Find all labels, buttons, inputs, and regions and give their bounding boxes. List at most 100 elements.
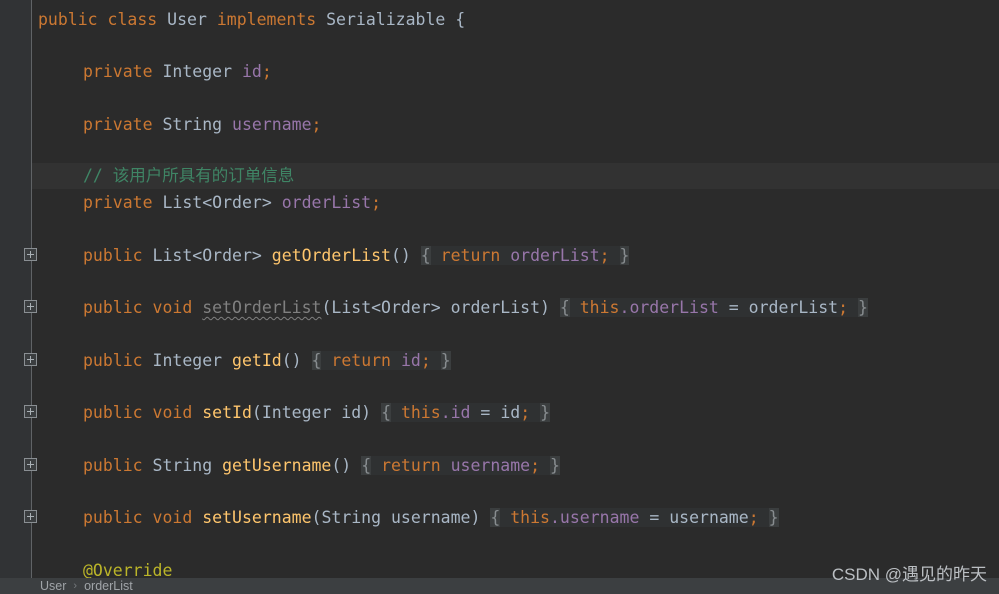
token-keyword: public — [83, 403, 143, 422]
token-semicolon: ; — [311, 115, 322, 134]
token-keyword-this: this — [579, 298, 620, 317]
token-type: Integer — [152, 351, 223, 370]
token-param: orderList — [748, 298, 839, 317]
token-keyword: public — [83, 351, 143, 370]
token-method: getOrderList — [271, 246, 391, 265]
token-field: id — [450, 403, 471, 422]
ide-editor-window: public class User implements Serializabl… — [0, 0, 999, 594]
code-editor-area[interactable]: public class User implements Serializabl… — [0, 0, 999, 580]
token-type: Serializable — [326, 10, 446, 29]
token-open-brace: { — [420, 246, 431, 265]
breadcrumb: User › orderList — [40, 579, 133, 593]
token-open-brace: { — [381, 403, 391, 422]
token-semicolon: ; — [748, 508, 759, 527]
breadcrumb-class[interactable]: User — [40, 579, 66, 593]
token-type: String — [162, 115, 223, 134]
token-close-brace: } — [857, 298, 868, 317]
token-keyword: void — [152, 298, 193, 317]
token-type: List<Order> — [162, 193, 272, 212]
token-parens: () — [390, 246, 411, 265]
token-field: orderList — [510, 246, 600, 265]
token-semicolon: ; — [838, 298, 848, 317]
token-close-brace: } — [549, 456, 560, 475]
code-line[interactable]: public String getUsername() { return use… — [0, 453, 999, 479]
token-signature: (List<Order> orderList) — [321, 298, 550, 317]
breadcrumb-member[interactable]: orderList — [84, 579, 133, 593]
token-keyword: void — [152, 508, 193, 527]
token-param: username — [669, 508, 749, 527]
token-field: username — [232, 115, 312, 134]
token-type: User — [167, 10, 207, 29]
token-close-brace: } — [768, 508, 779, 527]
token-keyword-this: this — [400, 403, 441, 422]
token-semicolon: ; — [371, 193, 382, 212]
code-line[interactable]: private Integer id; — [0, 59, 999, 85]
token-keyword: void — [152, 403, 193, 422]
token-signature: (Integer id) — [251, 403, 372, 422]
code-line[interactable]: public Integer getId() { return id; } — [0, 348, 999, 374]
token-keyword: class — [107, 10, 158, 29]
code-line[interactable]: public void setId(Integer id) { this.id … — [0, 400, 999, 426]
token-dot: . — [549, 508, 560, 527]
editor-gutter — [0, 0, 31, 578]
token-close-brace: } — [540, 403, 550, 422]
token-keyword: public — [38, 10, 98, 29]
token-field: id — [241, 62, 262, 81]
token-keyword: return — [331, 351, 391, 370]
token-close-brace: } — [440, 351, 451, 370]
fold-marker-get-username[interactable] — [24, 458, 37, 471]
token-open-brace: { — [559, 298, 570, 317]
fold-marker-get-id[interactable] — [24, 353, 37, 366]
fold-marker-get-order-list[interactable] — [24, 248, 37, 261]
token-type: List<Order> — [152, 246, 262, 265]
token-semicolon: ; — [420, 351, 431, 370]
token-type: Integer — [162, 62, 233, 81]
token-field: username — [450, 456, 531, 475]
token-assign: = — [639, 508, 670, 527]
code-line[interactable]: private String username; — [0, 112, 999, 138]
token-dot: . — [440, 403, 451, 422]
token-field: orderList — [281, 193, 372, 212]
code-line[interactable]: private List<Order> orderList; — [0, 190, 999, 216]
token-keyword: public — [83, 246, 143, 265]
fold-marker-set-id[interactable] — [24, 405, 37, 418]
token-keyword: public — [83, 508, 143, 527]
code-line[interactable]: public List<Order> getOrderList() { retu… — [0, 243, 999, 269]
fold-marker-set-order-list[interactable] — [24, 300, 37, 313]
code-line[interactable]: public void setUsername(String username)… — [0, 505, 999, 531]
token-type: String — [152, 456, 213, 475]
code-line[interactable]: public void setOrderList(List<Order> ord… — [0, 295, 999, 321]
token-signature: (String username) — [311, 508, 481, 527]
token-keyword: return — [440, 246, 501, 265]
token-keyword: implements — [216, 10, 317, 29]
token-field: orderList — [629, 298, 719, 317]
fold-rail — [31, 0, 32, 578]
token-keyword: return — [381, 456, 441, 475]
token-comment: // 该用户所具有的订单信息 — [83, 166, 295, 185]
token-open-brace: { — [490, 508, 501, 527]
code-line[interactable]: public class User implements Serializabl… — [0, 7, 999, 33]
csdn-watermark: CSDN @遇见的昨天 — [831, 565, 987, 584]
token-keyword: public — [83, 456, 143, 475]
token-keyword-this: this — [510, 508, 550, 527]
token-field: username — [559, 508, 640, 527]
token-dot: . — [619, 298, 630, 317]
token-assign: = — [470, 403, 501, 422]
token-open-brace: { — [311, 351, 322, 370]
token-semicolon: ; — [261, 62, 272, 81]
token-close-brace: } — [619, 246, 630, 265]
token-keyword: private — [83, 193, 153, 212]
token-parens: () — [281, 351, 302, 370]
token-open-brace: { — [361, 456, 372, 475]
token-parens: () — [331, 456, 352, 475]
token-semicolon: ; — [520, 403, 531, 422]
token-method: setUsername — [202, 508, 312, 527]
code-line-current[interactable]: // 该用户所具有的订单信息 — [0, 163, 999, 190]
token-method-unused: setOrderList — [202, 298, 322, 317]
fold-marker-set-username[interactable] — [24, 510, 37, 523]
token-param: id — [500, 403, 521, 422]
token-method: setId — [202, 403, 252, 422]
token-keyword: private — [83, 62, 153, 81]
chevron-right-icon: › — [73, 580, 78, 592]
token-brace: { — [455, 10, 466, 29]
